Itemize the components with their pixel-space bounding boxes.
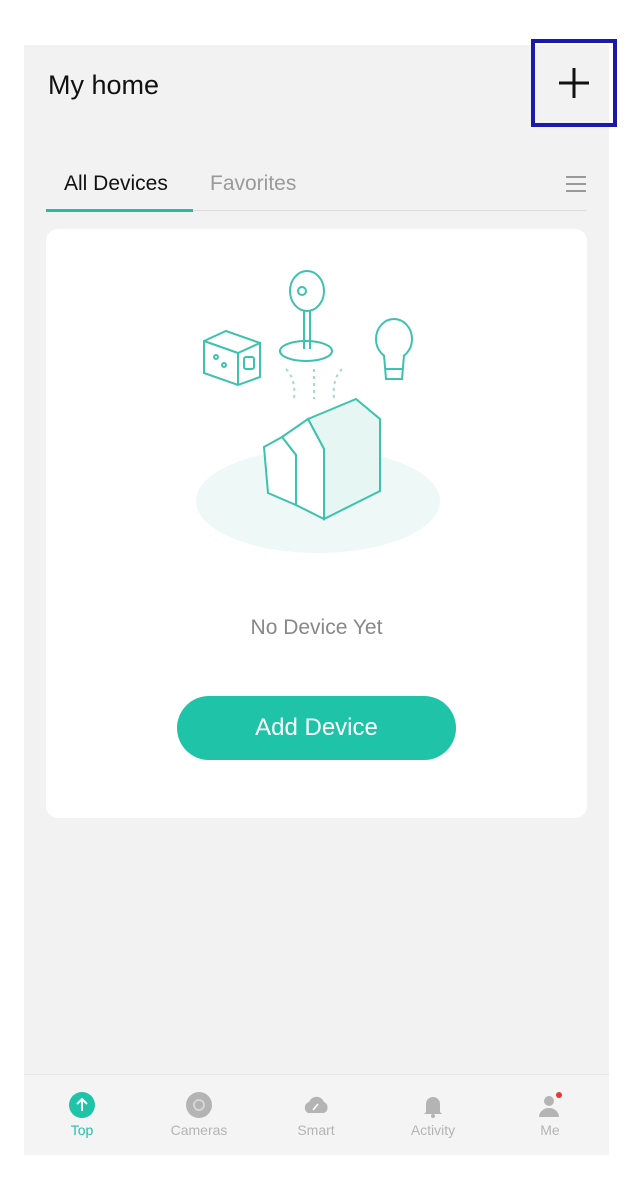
bottom-nav: Top Cameras Smart Activity Me [24, 1074, 609, 1155]
signal-lines [285, 368, 343, 400]
nav-item-me[interactable]: Me [500, 1091, 600, 1138]
bell-icon [424, 1097, 442, 1118]
smart-home-illustration [196, 270, 440, 553]
nav-item-top[interactable]: Top [32, 1091, 132, 1138]
bulb-illustration [375, 318, 413, 380]
nav-item-smart[interactable]: Smart [266, 1091, 366, 1138]
app-screen: My home All Devices Favorites No Device … [24, 39, 617, 1155]
page-title: My home [48, 70, 160, 100]
add-device-button[interactable]: Add Device [177, 696, 456, 760]
add-button[interactable] [531, 39, 617, 127]
device-tabs: All Devices Favorites [46, 172, 586, 212]
nav-label: Cameras [170, 1122, 228, 1138]
camera-illustration [279, 270, 333, 362]
active-tab-indicator [46, 209, 193, 212]
empty-devices-card: No Device Yet Add Device [46, 229, 587, 818]
arrow-up-icon [69, 1092, 95, 1118]
plug-illustration [203, 329, 261, 387]
tab-all-devices[interactable]: All Devices [64, 172, 168, 196]
plus-icon [559, 68, 589, 98]
camera-icon [186, 1092, 212, 1118]
nav-label: Activity [410, 1122, 456, 1138]
cloud-wand-icon [304, 1096, 328, 1113]
nav-label: Smart [297, 1122, 335, 1138]
nav-item-activity[interactable]: Activity [383, 1091, 483, 1138]
menu-icon[interactable] [566, 176, 586, 192]
nav-label: Me [540, 1122, 560, 1138]
nav-item-cameras[interactable]: Cameras [149, 1091, 249, 1138]
user-icon [539, 1092, 562, 1117]
empty-state-message: No Device Yet [250, 616, 383, 639]
nav-label: Top [70, 1122, 94, 1138]
notification-badge [556, 1092, 562, 1098]
tab-favorites[interactable]: Favorites [210, 172, 296, 196]
